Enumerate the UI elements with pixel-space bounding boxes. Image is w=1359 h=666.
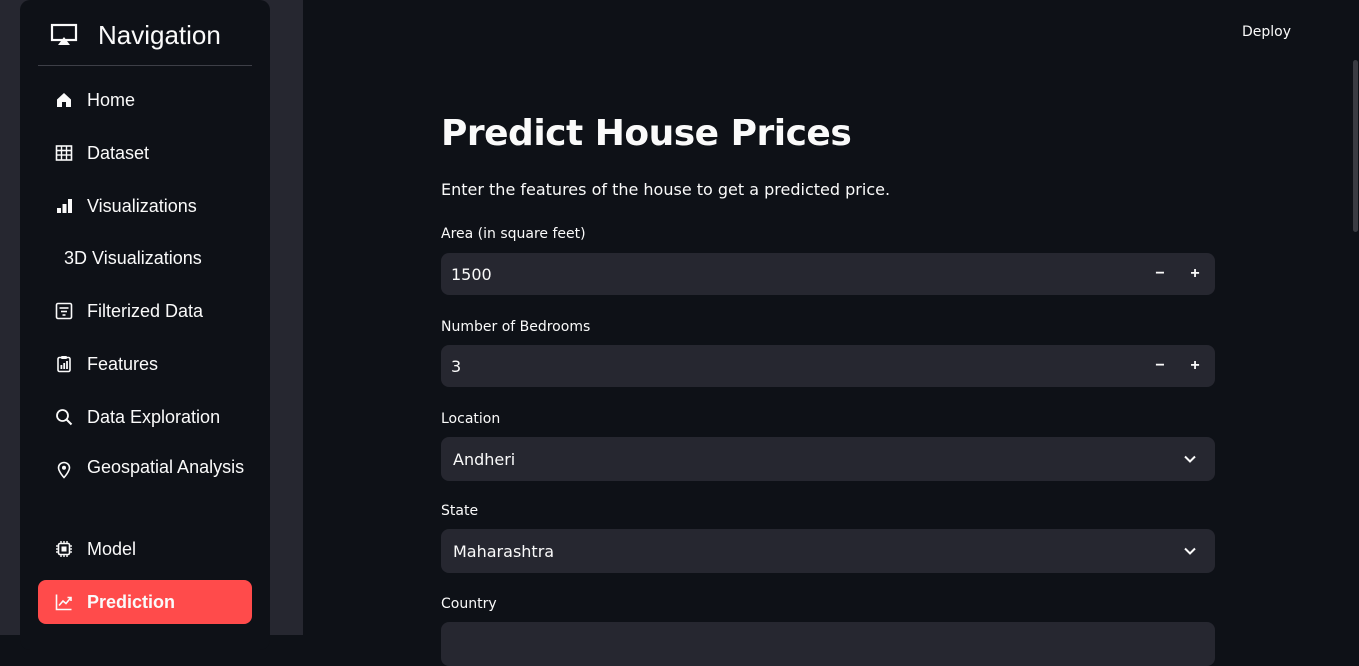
search-icon [56,409,73,426]
sidebar-item-label: Dataset [87,143,150,163]
bedrooms-label: Number of Bedrooms [441,319,591,335]
sidebar-item-geospatial-analysis[interactable]: Geospatial Analysis [38,448,252,512]
state-selected-value: Maharashtra [453,542,555,561]
sidebar-item-model[interactable]: Model [38,527,252,571]
area-value[interactable]: 1500 [451,265,492,284]
area-label: Area (in square feet) [441,226,586,242]
filter-list-icon [55,302,73,320]
state-label: State [441,503,479,519]
bedrooms-number-input[interactable]: 3 − + [441,345,1215,387]
page-subtitle: Enter the features of the house to get a… [441,180,891,199]
bedrooms-value[interactable]: 3 [451,357,461,376]
sidebar-item-label: Features [87,354,159,374]
bar-chart-icon [57,199,72,213]
state-select[interactable]: Maharashtra [441,529,1215,573]
sidebar-item-label: 3D Visualizations [64,248,202,268]
cast-screen-icon [50,23,78,45]
chevron-down-icon [1184,547,1196,555]
navigation-header: Navigation [38,0,252,66]
country-select[interactable] [441,622,1215,666]
sidebar-item-prediction[interactable]: Prediction [38,580,252,624]
sidebar-item-label: Data Exploration [87,407,221,427]
home-icon [57,93,71,107]
sidebar-item-visualizations[interactable]: Visualizations [38,184,252,228]
area-increment-button[interactable]: + [1180,261,1210,287]
chip-icon [56,541,72,557]
sidebar-item-label: Model [87,539,137,559]
sidebar-item-dataset[interactable]: Dataset [38,131,252,175]
navigation-menu: Navigation Home Dataset Visualizations 3… [20,0,270,650]
deploy-button[interactable]: Deploy [1242,24,1291,40]
sidebar-item-label: Visualizations [87,196,197,216]
scrollbar[interactable] [1353,60,1358,232]
trend-chart-icon [55,594,72,611]
clipboard-chart-icon [57,356,71,373]
navigation-title: Navigation [98,20,221,50]
chevron-down-icon [1184,455,1196,463]
sidebar-item-filterized-data[interactable]: Filterized Data [38,289,252,333]
table-icon [55,145,73,161]
area-number-input[interactable]: 1500 − + [441,253,1215,295]
bedrooms-increment-button[interactable]: + [1180,353,1210,379]
sidebar-item-label: Filterized Data [87,301,204,321]
sidebar-item-3d-visualizations[interactable]: 3D Visualizations [38,236,252,280]
sidebar-item-label: Prediction [87,592,176,612]
sidebar-item-features[interactable]: Features [38,342,252,386]
location-label: Location [441,411,501,427]
country-label: Country [441,596,497,612]
sidebar: Navigation Home Dataset Visualizations 3… [0,0,303,650]
sidebar-item-data-exploration[interactable]: Data Exploration [38,395,252,439]
sidebar-item-label: Geospatial Analysis [87,457,245,477]
main-content: Deploy Predict House Prices Enter the fe… [303,0,1359,666]
sidebar-item-label: Home [87,90,136,110]
bedrooms-decrement-button[interactable]: − [1145,353,1175,379]
page-title: Predict House Prices [441,113,852,154]
area-decrement-button[interactable]: − [1145,261,1175,287]
location-selected-value: Andheri [453,450,516,469]
location-select[interactable]: Andheri [441,437,1215,481]
sidebar-item-home[interactable]: Home [38,78,252,122]
